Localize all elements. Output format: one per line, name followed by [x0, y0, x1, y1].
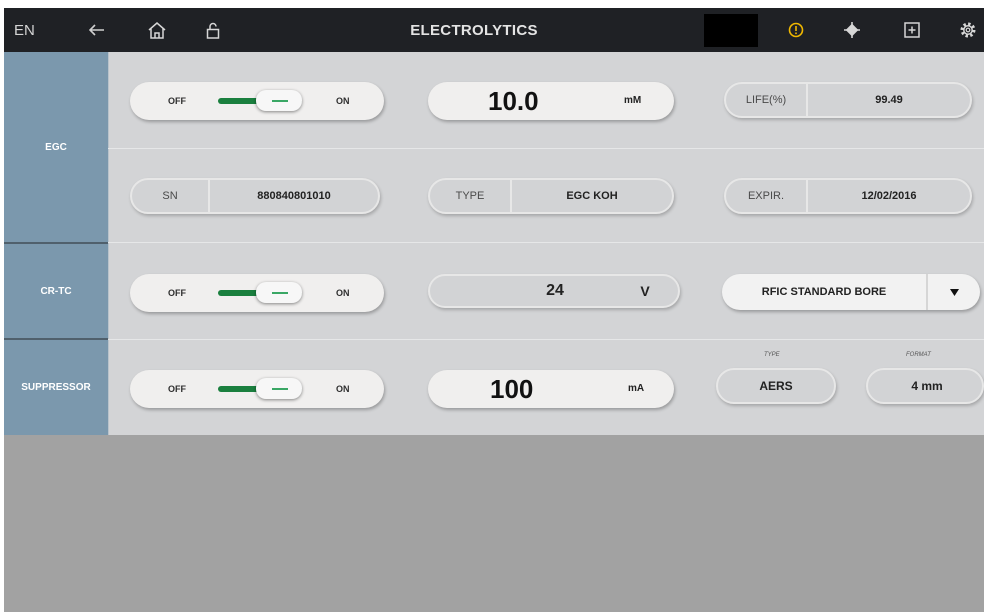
concentration-value: 10.0: [488, 86, 539, 116]
redacted-block: [704, 14, 758, 47]
gear-icon[interactable]: [956, 8, 980, 52]
language-button[interactable]: EN: [14, 8, 54, 52]
toggle-on-label: ON: [336, 96, 350, 106]
divider: [108, 242, 984, 243]
type-value: EGC KOH: [566, 190, 618, 202]
voltage-unit: V: [640, 283, 650, 299]
toggle-knob[interactable]: [256, 378, 302, 399]
egc-type-field: TYPE EGC KOH: [428, 178, 674, 214]
egc-sn-field: SN 880840801010: [130, 178, 380, 214]
sn-label: SN: [162, 190, 178, 202]
toggle-on-label: ON: [336, 288, 350, 298]
egc-expiration-field: EXPIR. 12/02/2016: [724, 178, 972, 214]
content-panel: EGC CR-TC SUPPRESSOR OFF ON 10.0 mM LIFE…: [4, 52, 984, 435]
egc-concentration-input[interactable]: 10.0 mM: [428, 82, 674, 120]
suppressor-format-value: 4 mm: [911, 379, 943, 393]
section-label-suppressor: SUPPRESSOR: [4, 340, 108, 435]
section-label-crtc: CR-TC: [4, 244, 108, 338]
current-unit: mA: [628, 383, 645, 394]
field-divider: [926, 274, 928, 310]
crtc-mode-dropdown[interactable]: RFIC STANDARD BORE: [722, 274, 980, 310]
toggle-off-label: OFF: [168, 384, 186, 394]
suppressor-type-value: AERS: [759, 379, 793, 393]
toggle-on-label: ON: [336, 384, 350, 394]
back-arrow-icon[interactable]: [84, 8, 110, 52]
toggle-off-label: OFF: [168, 288, 186, 298]
concentration-unit: mM: [624, 95, 642, 106]
divider: [108, 52, 109, 435]
divider: [108, 148, 984, 149]
egc-life-field: LIFE(%) 99.49: [724, 82, 972, 118]
suppressor-type-field[interactable]: AERS: [716, 368, 836, 404]
suppressor-format-field[interactable]: 4 mm: [866, 368, 984, 404]
locate-icon[interactable]: [840, 8, 864, 52]
life-label: LIFE(%): [745, 94, 787, 106]
suppressor-type-label: TYPE: [764, 352, 780, 358]
section-label-egc: EGC: [4, 52, 108, 242]
warning-icon[interactable]: [784, 8, 808, 52]
suppressor-power-toggle[interactable]: OFF ON: [130, 370, 384, 408]
sn-value: 880840801010: [257, 190, 331, 202]
divider: [4, 338, 108, 340]
current-value: 100: [490, 374, 534, 404]
crtc-voltage-field: 24 V: [428, 274, 680, 308]
mode-value: RFIC STANDARD BORE: [761, 286, 887, 298]
type-label: TYPE: [455, 190, 485, 202]
top-bar: EN ELECTROLYTICS: [4, 8, 984, 52]
chevron-down-icon[interactable]: [942, 274, 966, 310]
toggle-knob[interactable]: [256, 282, 302, 303]
voltage-value: 24: [546, 282, 564, 299]
app-frame: EN ELECTROLYTICS EGC CR-TC SUPPRESSOR OF…: [4, 8, 984, 612]
toggle-knob[interactable]: [256, 90, 302, 111]
unlock-icon[interactable]: [200, 8, 226, 52]
suppressor-format-label: FORMAT: [906, 352, 931, 358]
home-icon[interactable]: [144, 8, 170, 52]
suppressor-current-input[interactable]: 100 mA: [428, 370, 674, 408]
life-value: 99.49: [875, 94, 903, 106]
add-box-icon[interactable]: [900, 8, 924, 52]
crtc-power-toggle[interactable]: OFF ON: [130, 274, 384, 312]
page-title: ELECTROLYTICS: [410, 21, 538, 39]
toggle-off-label: OFF: [168, 96, 186, 106]
expiration-value: 12/02/2016: [861, 190, 917, 202]
expiration-label: EXPIR.: [747, 190, 785, 202]
divider: [4, 242, 108, 244]
divider: [108, 339, 984, 340]
egc-power-toggle[interactable]: OFF ON: [130, 82, 384, 120]
